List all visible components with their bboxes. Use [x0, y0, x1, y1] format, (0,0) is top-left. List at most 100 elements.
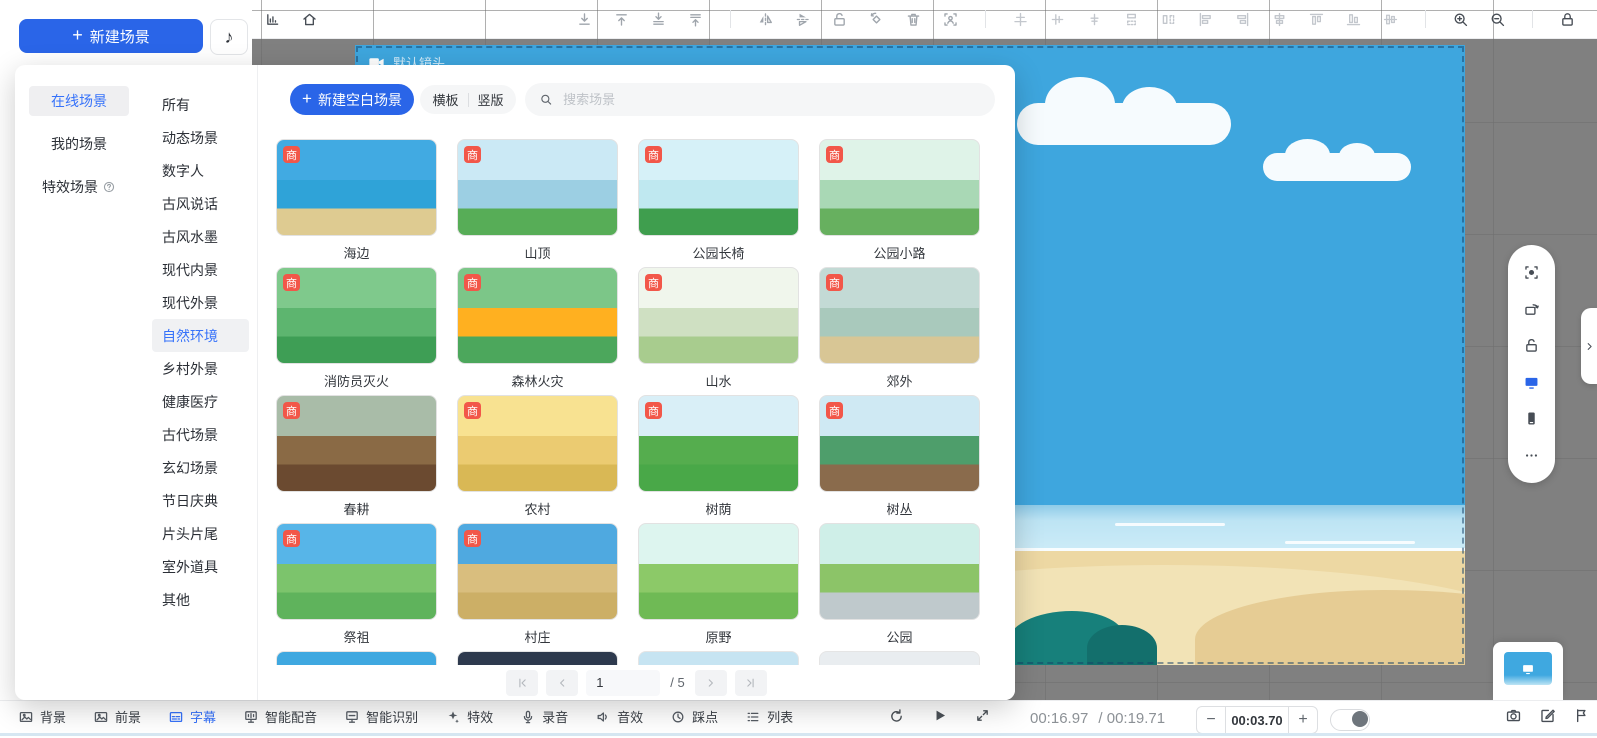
align-center-vertical-button[interactable]	[1271, 11, 1288, 28]
scene-thumbnail[interactable]	[638, 523, 799, 620]
first-page-button[interactable]	[506, 670, 538, 696]
delete-button[interactable]	[905, 11, 922, 28]
flip-horizontal-button[interactable]	[757, 11, 774, 28]
page-number-input[interactable]: 1	[586, 670, 660, 696]
scene-search-box[interactable]	[525, 83, 995, 116]
edit-button[interactable]	[1539, 707, 1556, 724]
scene-thumbnail[interactable]: 商	[276, 395, 437, 492]
marquee-select-button[interactable]	[942, 11, 959, 28]
align-top-button[interactable]	[1308, 11, 1325, 28]
category-所有[interactable]: 所有	[152, 88, 249, 121]
align-right-button[interactable]	[1234, 11, 1251, 28]
distribute-vertical-button[interactable]	[1123, 11, 1140, 28]
reset-rotation-button[interactable]	[868, 11, 885, 28]
scene-card-公园小路[interactable]: 商公园小路	[819, 139, 980, 267]
prev-page-button[interactable]	[546, 670, 578, 696]
send-to-back-button[interactable]	[650, 11, 667, 28]
next-page-button[interactable]	[695, 670, 727, 696]
tool-字幕[interactable]: 字幕	[168, 707, 216, 726]
tool-音效[interactable]: 音效	[595, 707, 643, 726]
scene-thumbnail[interactable]: 商	[457, 395, 618, 492]
category-片头片尾[interactable]: 片头片尾	[152, 517, 249, 550]
category-古风水墨[interactable]: 古风水墨	[152, 220, 249, 253]
category-数字人[interactable]: 数字人	[152, 154, 249, 187]
scene-card-原野[interactable]: 原野	[638, 523, 799, 651]
nav-item-在线场景[interactable]: 在线场景	[29, 86, 129, 116]
category-健康医疗[interactable]: 健康医疗	[152, 385, 249, 418]
music-button[interactable]: ♪	[210, 19, 248, 55]
align-horizontal-center-button[interactable]	[1012, 11, 1029, 28]
tool-前景[interactable]: 前景	[93, 707, 141, 726]
focus-frame-button[interactable]	[1523, 264, 1540, 281]
category-古代场景[interactable]: 古代场景	[152, 418, 249, 451]
size-chart-button[interactable]	[264, 11, 281, 28]
scene-thumbnail[interactable]: 商	[276, 523, 437, 620]
duration-minus-button[interactable]: −	[1197, 707, 1225, 733]
category-乡村外景[interactable]: 乡村外景	[152, 352, 249, 385]
scene-thumbnail[interactable]: 商	[638, 395, 799, 492]
scene-card-山顶[interactable]: 商山顶	[457, 139, 618, 267]
scene-thumbnail[interactable]: 商	[276, 267, 437, 364]
new-scene-button[interactable]: + 新建场景	[19, 19, 203, 53]
scene-card-山水[interactable]: 商山水	[638, 267, 799, 395]
scene-card-祭祖[interactable]: 商祭祖	[276, 523, 437, 651]
duration-plus-button[interactable]: +	[1289, 707, 1317, 733]
tool-特效[interactable]: 特效	[445, 707, 493, 726]
flip-vertical-button[interactable]	[794, 11, 811, 28]
scene-card-树丛[interactable]: 商树丛	[819, 395, 980, 523]
tool-踩点[interactable]: 踩点	[670, 707, 718, 726]
expand-button[interactable]	[974, 707, 991, 724]
phone-portrait-button[interactable]	[1523, 410, 1540, 427]
orientation-horizontal[interactable]: 横板	[423, 90, 467, 109]
category-现代内景[interactable]: 现代内景	[152, 253, 249, 286]
scene-thumbnail[interactable]: 商	[638, 267, 799, 364]
scene-thumbnail[interactable]: 商	[457, 523, 618, 620]
monitor-landscape-button[interactable]	[1523, 374, 1540, 391]
zoom-in-button[interactable]	[1452, 11, 1469, 28]
scene-card-公园长椅[interactable]: 商公园长椅	[638, 139, 799, 267]
tool-智能识别[interactable]: 智能识别	[344, 707, 418, 726]
current-scene-thumbnail[interactable]	[1504, 652, 1552, 685]
search-input[interactable]	[561, 91, 981, 108]
distribute-vertical-center-button[interactable]	[1049, 11, 1066, 28]
category-室外道具[interactable]: 室外道具	[152, 550, 249, 583]
tool-背景[interactable]: 背景	[18, 707, 66, 726]
unlock-button[interactable]	[831, 11, 848, 28]
scene-card-农村[interactable]: 商农村	[457, 395, 618, 523]
scene-thumbnail[interactable]: 商	[457, 139, 618, 236]
scene-thumbnail[interactable]: 商	[819, 139, 980, 236]
align-stage-vertical-button[interactable]	[1086, 11, 1103, 28]
nav-item-特效场景[interactable]: 特效场景	[29, 172, 129, 202]
scene-card-消防员灭火[interactable]: 商消防员灭火	[276, 267, 437, 395]
orientation-vertical[interactable]: 竖版	[469, 90, 513, 109]
rotate-screen-button[interactable]	[1523, 301, 1540, 318]
category-其他[interactable]: 其他	[152, 583, 249, 616]
lock-all-button[interactable]	[1559, 11, 1576, 28]
scene-card-春耕[interactable]: 商春耕	[276, 395, 437, 523]
panel-collapse-tab[interactable]	[1581, 308, 1597, 384]
bring-to-front-button[interactable]	[687, 11, 704, 28]
scene-card-公园[interactable]: 公园	[819, 523, 980, 651]
scene-card-森林火灾[interactable]: 商森林火灾	[457, 267, 618, 395]
scene-thumbnail[interactable]: 商	[457, 267, 618, 364]
home-button[interactable]	[301, 11, 318, 28]
scene-thumbnail-panel[interactable]	[1493, 642, 1563, 700]
scene-thumbnail[interactable]: 商	[819, 267, 980, 364]
flag-button[interactable]	[1573, 707, 1590, 724]
nav-item-我的场景[interactable]: 我的场景	[29, 129, 129, 159]
tool-智能配音[interactable]: 智能配音	[243, 707, 317, 726]
align-middle-button[interactable]	[1382, 11, 1399, 28]
unlock-button[interactable]	[1523, 337, 1540, 354]
scene-thumbnail[interactable]: 商	[819, 395, 980, 492]
category-玄幻场景[interactable]: 玄幻场景	[152, 451, 249, 484]
category-动态场景[interactable]: 动态场景	[152, 121, 249, 154]
category-节日庆典[interactable]: 节日庆典	[152, 484, 249, 517]
new-blank-scene-button[interactable]: + 新建空白场景	[290, 84, 414, 115]
category-自然环境[interactable]: 自然环境	[152, 319, 249, 352]
timeline-toggle[interactable]	[1330, 709, 1370, 731]
scene-thumbnail[interactable]: 商	[276, 139, 437, 236]
camera-button[interactable]	[1505, 707, 1522, 724]
more-dots-button[interactable]	[1523, 447, 1540, 464]
category-现代外景[interactable]: 现代外景	[152, 286, 249, 319]
play-button[interactable]	[931, 707, 948, 724]
